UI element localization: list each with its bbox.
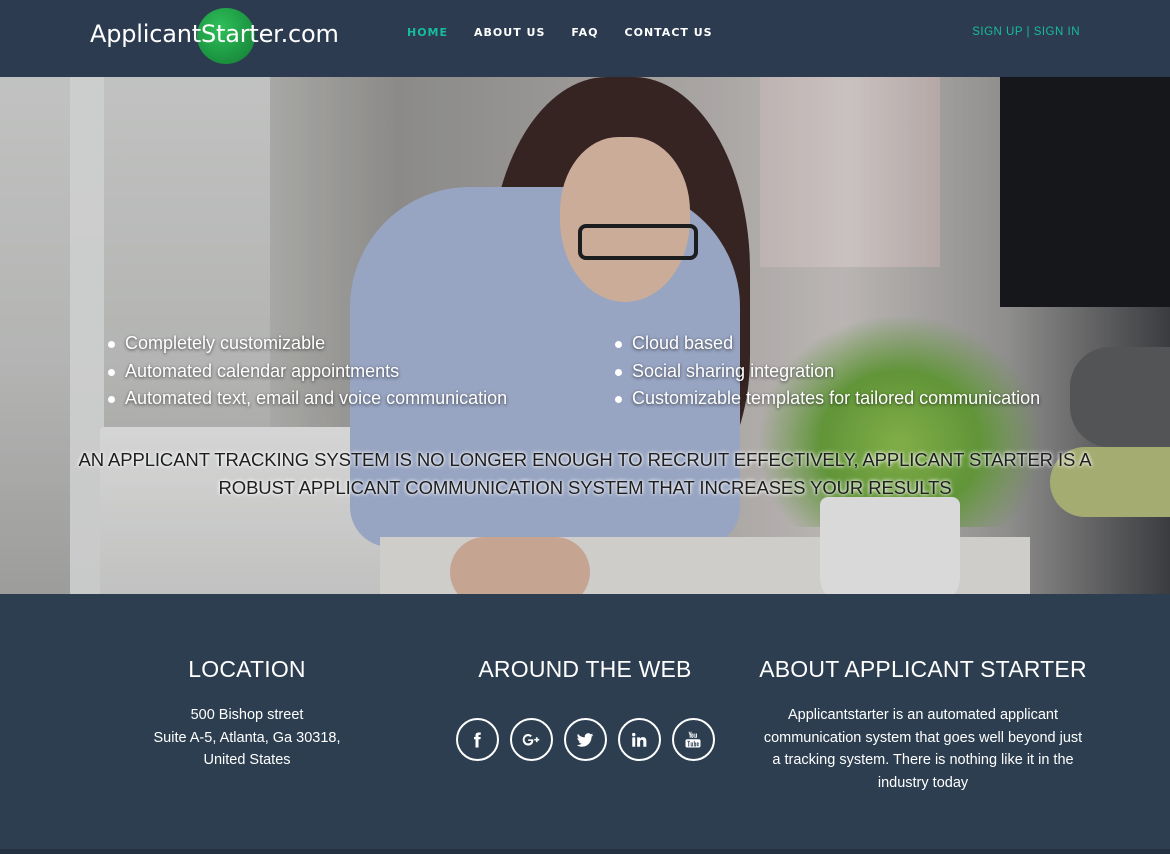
around-web-title: AROUND THE WEB	[478, 656, 692, 682]
google-plus-button[interactable]	[509, 718, 553, 761]
auth-separator: |	[1022, 26, 1034, 38]
footer-about: ABOUT APPLICANT STARTER Applicantstarter…	[758, 594, 1088, 794]
nav-home[interactable]: HOME	[394, 26, 461, 39]
main-nav: HOME ABOUT US FAQ CONTACT US	[394, 26, 726, 39]
feature-item: Automated text, email and voice communic…	[108, 385, 615, 413]
address-line: Suite A-5, Atlanta, Ga 30318,	[153, 729, 341, 746]
about-title: ABOUT APPLICANT STARTER	[759, 656, 1087, 682]
site-footer: LOCATION 500 Bishop street Suite A-5, At…	[0, 594, 1170, 854]
footer-around-the-web: AROUND THE WEB	[435, 594, 735, 761]
auth-links: SIGN UP | SIGN IN	[972, 26, 1080, 38]
nav-faq[interactable]: FAQ	[558, 26, 611, 39]
footer-bottom-bar	[0, 849, 1170, 854]
logo-text: ApplicantStarter.com	[90, 20, 339, 48]
feature-item: Customizable templates for tailored comm…	[615, 385, 1040, 413]
twitter-icon	[576, 732, 594, 747]
address-line: 500 Bishop street	[190, 707, 304, 723]
feature-item: Automated calendar appointments	[108, 358, 615, 386]
site-logo[interactable]: ApplicantStarter.com	[90, 8, 340, 64]
nav-contact-us[interactable]: CONTACT US	[612, 26, 726, 39]
hero-tagline: AN APPLICANT TRACKING SYSTEM IS NO LONGE…	[78, 449, 1092, 498]
linkedin-icon	[632, 732, 647, 747]
twitter-button[interactable]	[563, 718, 607, 761]
feature-item: Social sharing integration	[615, 358, 1040, 386]
nav-about-us[interactable]: ABOUT US	[461, 26, 558, 39]
top-navbar: ApplicantStarter.com HOME ABOUT US FAQ C…	[0, 0, 1170, 77]
linkedin-button[interactable]	[617, 718, 661, 761]
sign-in-link[interactable]: SIGN IN	[1034, 26, 1080, 38]
feature-list-left: Completely customizable Automated calend…	[108, 330, 615, 413]
feature-lists: Completely customizable Automated calend…	[108, 330, 1108, 413]
about-text: Applicantstarter is an automated applica…	[763, 707, 1083, 791]
google-plus-icon	[522, 733, 540, 746]
feature-item: Completely customizable	[108, 330, 615, 358]
feature-list-right: Cloud based Social sharing integration C…	[615, 330, 1040, 413]
social-links	[435, 718, 735, 761]
facebook-button[interactable]	[455, 718, 499, 761]
sign-up-link[interactable]: SIGN UP	[972, 26, 1023, 38]
youtube-icon	[685, 731, 701, 747]
facebook-icon	[474, 732, 481, 747]
location-title: LOCATION	[188, 656, 306, 682]
address-line: United States	[203, 752, 291, 768]
hero-section: Completely customizable Automated calend…	[0, 77, 1170, 594]
feature-item: Cloud based	[615, 330, 1040, 358]
footer-location: LOCATION 500 Bishop street Suite A-5, At…	[97, 594, 397, 772]
youtube-button[interactable]	[671, 718, 715, 761]
